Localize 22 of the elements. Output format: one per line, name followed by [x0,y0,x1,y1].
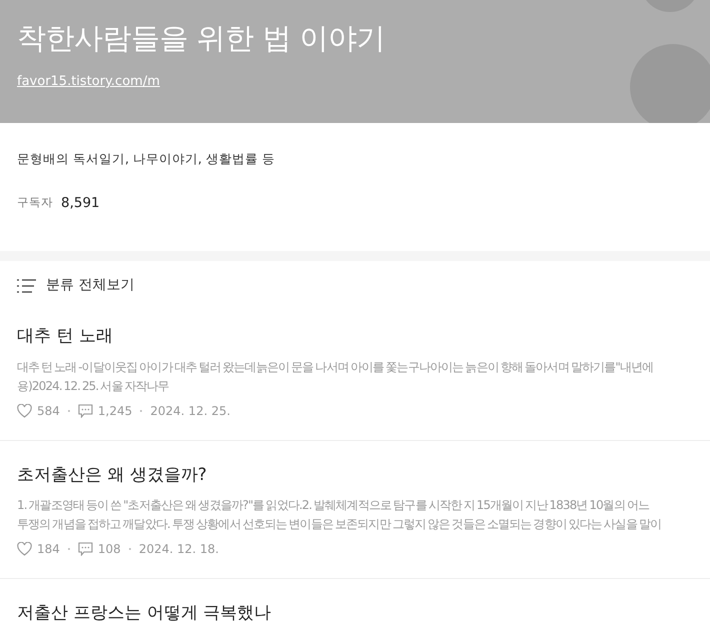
heart-icon [17,404,32,418]
post-excerpt: 투쟁의 개념을 접하고 깨달았다. 투쟁 상황에서 선호되는 변이들은 보존되지만 그렇지 않은 것들은 소멸되는 경향이 있다는 사실을 말이 [17,516,662,533]
post-date: 2024. 12. 18. [138,541,219,558]
heart-icon [17,542,32,556]
comment-icon [78,542,93,556]
like-count: 184 [37,541,60,558]
blog-description: 문형배의 독서일기, 나무이야기, 생활법률 등 [17,150,276,168]
like-count: 584 [37,402,60,420]
list-icon [17,278,36,292]
comment-icon [78,404,93,418]
post-date: 2024. 12. 25. [150,402,230,420]
category-link[interactable]: 분류 전체보기 [46,275,134,296]
comment-count: 108 [98,541,121,558]
post-excerpt: 용)2024. 12. 25. 서울 자작나무 [17,378,169,394]
post-title[interactable]: 저출산 프랑스는 어떻게 극복했나 [17,601,693,626]
subscribers-label: 구독자 [17,194,53,212]
post-excerpt: 대추 턴 노래 -이달이웃집 아이가 대추 털러 왔는데늙은이 문을 나서며 아이를 쫓는구나아이는 늙은이 향해 돌아서며 말하기를"내년에 [17,358,654,376]
subscribers-count: 8,591 [61,194,100,213]
post-title[interactable]: 초저출산은 왜 생겼을까? [17,462,693,488]
post-excerpt: 1. 개괄조영태 등이 쓴 "초저출산은 왜 생겼을까?"를 읽었다.2. 발췌체계적으로 탐구를 시작한 지 15개월이 지난 1838년 10월의 어느 [17,497,650,514]
comment-count: 1,245 [98,402,132,420]
post-title[interactable]: 대추 턴 노래 [17,324,693,350]
